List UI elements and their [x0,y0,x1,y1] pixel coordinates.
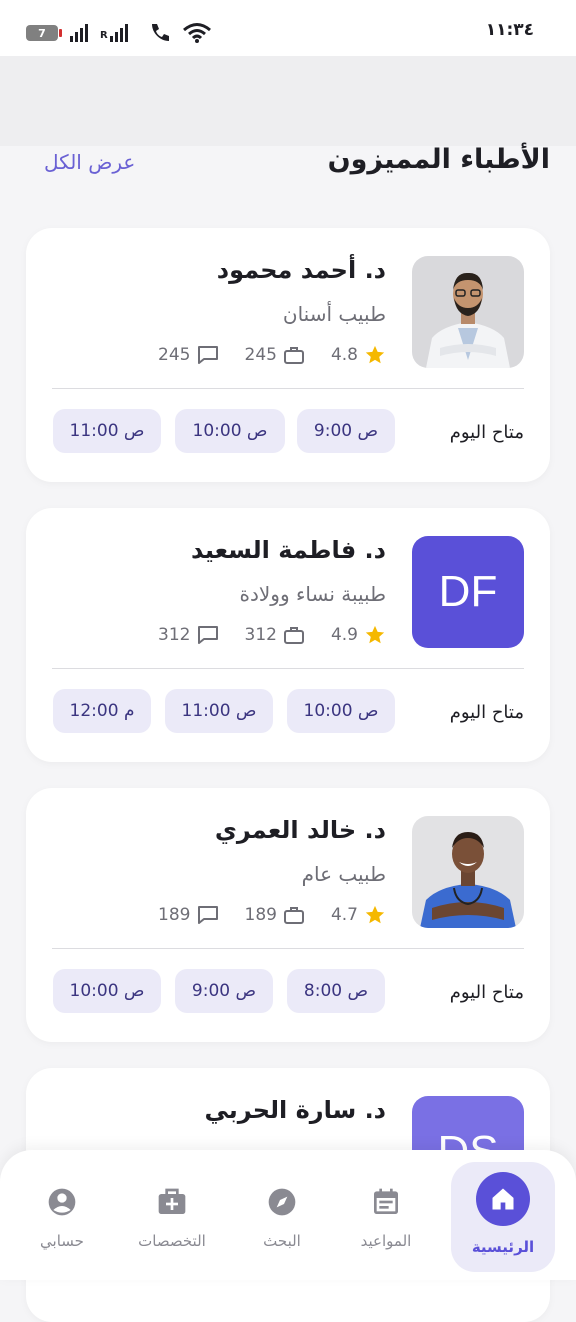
compass-icon [264,1184,300,1220]
nav-label: حسابي [40,1232,84,1250]
chat-icon [197,626,218,644]
doctor-card[interactable]: د. أحمد محمود طبيب أسنان 245 245 4.8 متا… [26,228,550,482]
briefcase-icon [283,627,304,644]
star-icon [365,345,385,364]
doctor-name: د. خالد العمري [214,816,386,844]
time-slot-button[interactable]: 9:00 ص [297,409,395,453]
rating-value: 4.7 [330,905,358,925]
doctor-name: د. فاطمة السعيد [191,536,386,564]
reviews-count: 189 [158,905,191,925]
doctor-stats: 312 312 4.9 [158,624,386,646]
doctor-photo [412,256,524,368]
status-bar: 7 R ١١:٣٤ [0,0,576,56]
time-slot-button[interactable]: 11:00 ص [53,409,161,453]
briefcase-icon [283,907,304,924]
doctor-name: د. سارة الحربي [204,1096,387,1124]
view-all-link[interactable]: عرض الكل [44,150,135,174]
nav-label: الرئيسية [471,1238,535,1256]
bottom-navigation: الرئيسية المواعيد البحث التخصصات حسابي [0,1150,576,1280]
signal-icon-2 [110,24,128,42]
clock: ١١:٣٤ [485,20,534,40]
chat-icon [197,906,218,924]
home-icon [476,1172,530,1226]
doctor-specialty: طبيب عام [301,862,386,886]
experience-count: 245 [244,345,277,365]
available-today-label: متاح اليوم [449,702,524,723]
doctor-card[interactable]: د. خالد العمري طبيب عام 189 189 4.7 متاح… [26,788,550,1042]
signal-icon [70,24,88,42]
nav-home[interactable]: الرئيسية [451,1162,555,1272]
time-slot-button[interactable]: 10:00 ص [287,689,395,733]
section-title: الأطباء المميزون [327,144,550,175]
doctor-card[interactable]: DF د. فاطمة السعيد طبيبة نساء وولادة 312… [26,508,550,762]
doctor-specialty: طبيب أسنان [282,302,386,326]
reviews-count: 312 [158,625,191,645]
star-icon [365,905,385,924]
briefcase-icon [283,347,304,364]
doctor-photo [412,816,524,928]
nav-appointments[interactable]: المواعيد [334,1162,438,1272]
calendar-icon [368,1184,404,1220]
nav-label: التخصصات [138,1232,206,1250]
divider [52,668,524,669]
time-slot-button[interactable]: 11:00 ص [165,689,273,733]
doctor-stats: 245 245 4.8 [158,344,386,366]
battery-icon: 7 [26,25,62,41]
doctor-stats: 189 189 4.7 [158,904,386,926]
doctor-specialty: طبيبة نساء وولادة [239,582,386,606]
time-slot-button[interactable]: 10:00 ص [175,409,285,453]
nav-search[interactable]: البحث [230,1162,334,1272]
user-icon [44,1184,80,1220]
rating-value: 4.9 [330,625,358,645]
nav-account[interactable]: حسابي [10,1162,114,1272]
doctor-initials-avatar: DF [412,536,524,648]
time-slot-button[interactable]: 9:00 ص [175,969,273,1013]
time-slot-button[interactable]: 8:00 ص [287,969,385,1013]
experience-count: 312 [244,625,277,645]
rating-value: 4.8 [330,345,358,365]
medical-kit-icon [154,1184,190,1220]
wifi-icon [183,23,211,43]
available-today-label: متاح اليوم [449,982,524,1003]
nav-label: المواعيد [360,1232,412,1250]
divider [52,388,524,389]
available-today-label: متاح اليوم [449,422,524,443]
chat-icon [197,346,218,364]
nav-label: البحث [263,1232,301,1250]
time-slot-button[interactable]: 10:00 ص [53,969,161,1013]
doctor-name: د. أحمد محمود [216,256,386,284]
header-band [0,56,576,146]
time-slot-button[interactable]: 12:00 م [53,689,151,733]
divider [52,948,524,949]
experience-count: 189 [244,905,277,925]
wifi-call-icon [152,24,169,41]
star-icon [365,625,385,644]
nav-specialties[interactable]: التخصصات [120,1162,224,1272]
reviews-count: 245 [158,345,191,365]
roaming-label: R [100,30,108,41]
